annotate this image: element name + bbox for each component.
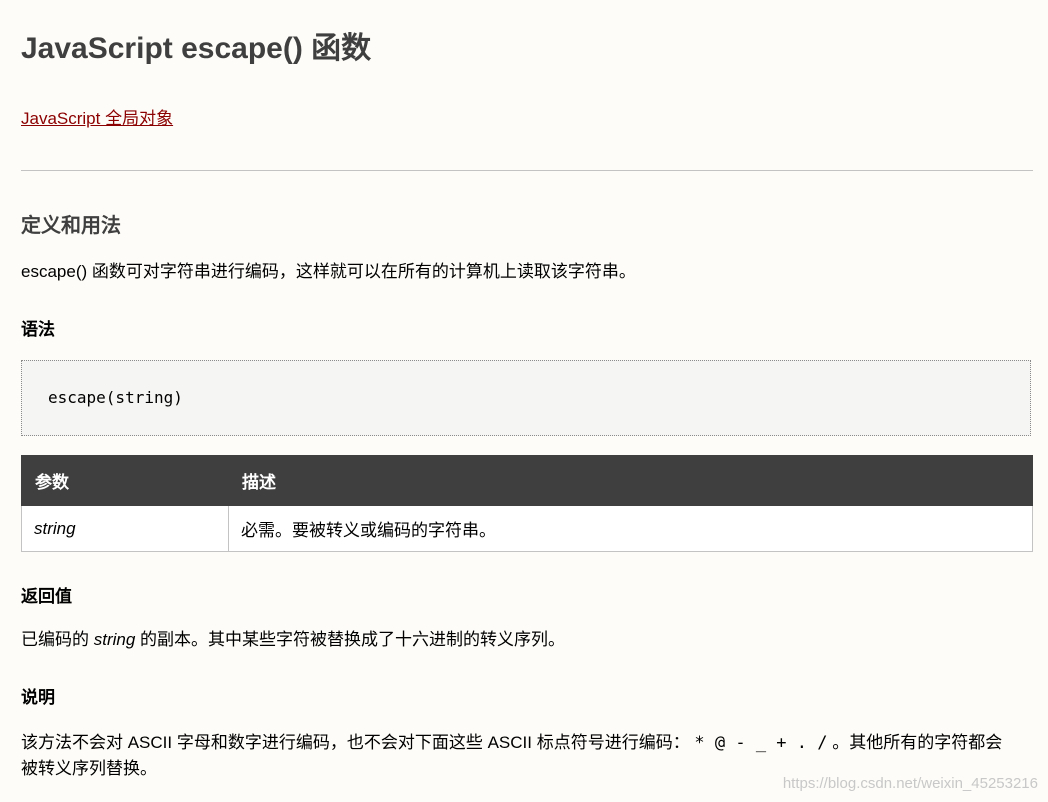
return-prefix: 已编码的 — [21, 630, 94, 649]
page-title: JavaScript escape() 函数 — [21, 32, 372, 65]
return-heading: 返回值 — [21, 587, 72, 606]
notes-heading: 说明 — [21, 688, 55, 707]
param-desc: 必需。要被转义或编码的字符串。 — [228, 505, 1033, 552]
return-text: 已编码的 string 的副本。其中某些字符被替换成了十六进制的转义序列。 — [21, 628, 565, 652]
code-text: escape(string) — [48, 388, 183, 407]
notes-symbols: * @ - _ + . / — [694, 733, 828, 753]
definition-text: escape() 函数可对字符串进行编码，这样就可以在所有的计算机上读取该字符串… — [21, 262, 636, 281]
notes-text-line2: 被转义序列替换。 — [21, 759, 157, 778]
table-header-param: 参数 — [21, 455, 229, 506]
definition-heading: 定义和用法 — [21, 215, 121, 237]
breadcrumb-link[interactable]: JavaScript 全局对象 — [21, 107, 173, 131]
syntax-heading: 语法 — [21, 320, 55, 339]
notes-text: 该方法不会对 ASCII 字母和数字进行编码，也不会对下面这些 ASCII 标点… — [21, 731, 1002, 755]
param-name: string — [21, 505, 229, 552]
code-block: escape(string) — [21, 360, 1031, 436]
return-italic: string — [93, 630, 136, 649]
params-table: 参数 描述 string 必需。要被转义或编码的字符串。 — [21, 455, 1033, 552]
notes-text-a: 该方法不会对 ASCII 字母和数字进行编码，也不会对下面这些 ASCII 标点… — [21, 733, 695, 752]
return-suffix: 的副本。其中某些字符被替换成了十六进制的转义序列。 — [135, 630, 566, 649]
table-header-desc: 描述 — [228, 455, 1033, 506]
table-row: string 必需。要被转义或编码的字符串。 — [21, 505, 1033, 552]
watermark: https://blog.csdn.net/weixin_45253216 — [782, 775, 1038, 792]
divider — [21, 170, 1033, 171]
notes-text-b: 。其他所有的字符都会 — [827, 733, 1003, 752]
table-header-row: 参数 描述 — [21, 455, 1033, 506]
